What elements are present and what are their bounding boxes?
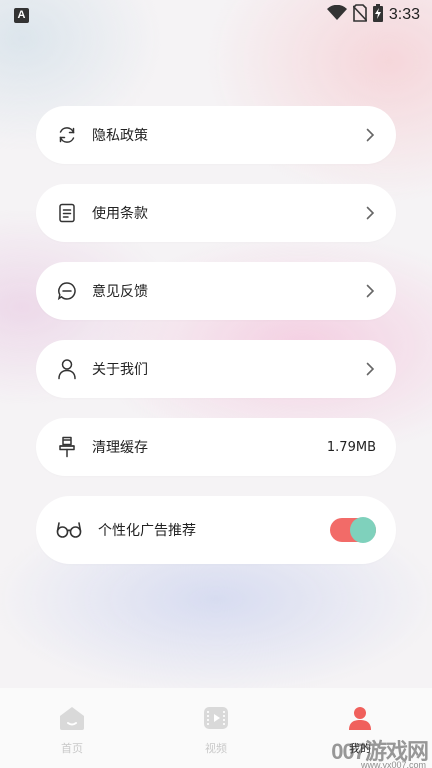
nav-label-home: 首页	[61, 742, 83, 755]
refresh-icon	[56, 124, 78, 146]
chevron-right-icon	[364, 284, 376, 298]
toggle-knob	[350, 517, 376, 543]
chevron-right-icon	[364, 206, 376, 220]
nav-label-video: 视频	[205, 742, 227, 755]
bottom-nav: 首页 视频 我的	[0, 688, 432, 768]
nav-label-mine: 我的	[349, 742, 371, 755]
nav-item-video[interactable]: 视频	[171, 706, 261, 756]
chevron-right-icon	[364, 362, 376, 376]
menu-item-privacy-policy[interactable]: 隐私政策	[36, 106, 396, 164]
chat-bubble-icon	[56, 280, 78, 302]
profile-icon	[347, 706, 373, 734]
menu-label-terms-of-use: 使用条款	[92, 206, 148, 222]
user-icon	[56, 358, 78, 380]
wifi-icon	[326, 4, 347, 25]
glasses-icon	[56, 519, 82, 541]
broom-icon	[56, 436, 78, 458]
nav-item-mine[interactable]: 我的	[315, 706, 405, 756]
menu-label-clear-cache: 清理缓存	[92, 440, 148, 456]
status-time: 3:33	[388, 6, 420, 23]
personalized-ads-toggle[interactable]	[330, 517, 376, 543]
menu-item-terms-of-use[interactable]: 使用条款	[36, 184, 396, 242]
menu-label-personalized-ads: 个性化广告推荐	[98, 523, 196, 539]
chevron-right-icon	[364, 128, 376, 142]
cache-size-value: 1.79MB	[326, 439, 376, 455]
no-sim-icon	[352, 4, 368, 26]
nav-item-home[interactable]: 首页	[27, 706, 117, 756]
battery-charging-icon	[372, 4, 383, 26]
document-icon	[56, 202, 78, 224]
menu-item-about-us[interactable]: 关于我们	[36, 340, 396, 398]
home-icon	[59, 706, 85, 734]
menu-label-privacy-policy: 隐私政策	[92, 128, 148, 144]
video-icon	[203, 706, 229, 734]
menu-item-clear-cache[interactable]: 清理缓存 1.79MB	[36, 418, 396, 476]
notification-icon: A	[14, 7, 29, 23]
status-bar: A 3:33	[0, 0, 432, 30]
menu-item-feedback[interactable]: 意见反馈	[36, 262, 396, 320]
menu-item-personalized-ads: 个性化广告推荐	[36, 496, 396, 564]
menu-label-feedback: 意见反馈	[92, 284, 148, 300]
menu-label-about-us: 关于我们	[92, 362, 148, 378]
